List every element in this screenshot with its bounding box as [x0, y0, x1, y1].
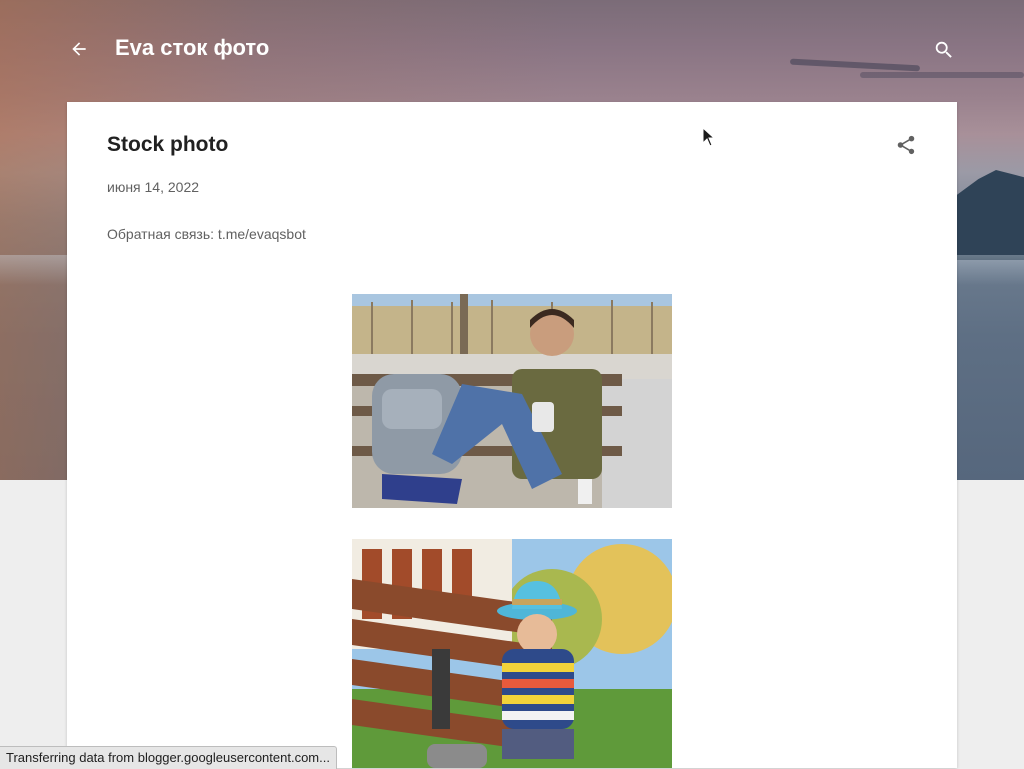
search-button[interactable] [928, 34, 960, 66]
post-date[interactable]: июня 14, 2022 [107, 179, 199, 195]
post-title: Stock photo [107, 133, 229, 156]
share-icon [897, 135, 915, 155]
post-card: Stock photo июня 14, 2022 Обратная связь… [67, 102, 957, 768]
share-button[interactable] [891, 130, 921, 160]
photo-child-in-blue-hat-on-bench [352, 539, 672, 768]
top-app-bar: Eva сток фото [0, 0, 1024, 100]
blog-title[interactable]: Eva сток фото [115, 35, 269, 61]
photo-boy-on-bench-with-backpack [352, 294, 672, 508]
mouse-pointer-icon [702, 127, 716, 147]
browser-status-bar: Transferring data from blogger.googleuse… [0, 746, 337, 769]
background-mountain [954, 170, 1024, 260]
arrow-back-icon [72, 42, 86, 56]
post-image[interactable] [352, 539, 672, 768]
search-icon [935, 41, 952, 58]
back-button[interactable] [64, 34, 94, 64]
post-body-text: Обратная связь: t.me/evaqsbot [107, 226, 306, 242]
post-image[interactable] [352, 294, 672, 508]
